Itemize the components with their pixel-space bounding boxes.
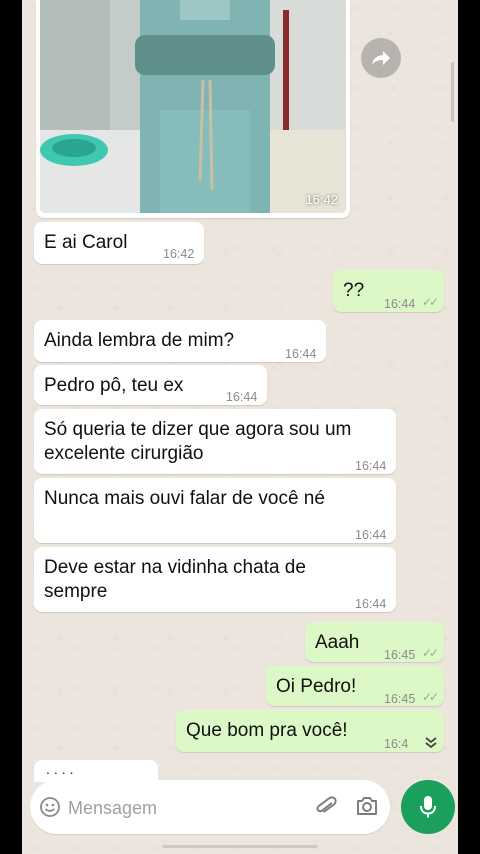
message-time: 16:44 [226,390,258,404]
message-text: Que bom pra você! [186,720,348,741]
scroll-to-bottom-button[interactable] [417,728,445,756]
message-time: 16:44 [285,347,317,361]
scrollbar[interactable] [451,62,454,122]
message-incoming[interactable]: Nunca mais ouvi falar de você né 16:44 [34,478,396,543]
emoji-icon [40,797,60,817]
message-text: Nunca mais ouvi falar de você né [44,488,325,509]
typing-bubble: .... [34,760,158,782]
message-input[interactable] [66,794,270,822]
message-time: 16:45 [384,648,416,662]
message-incoming[interactable]: Pedro pô, teu ex 16:44 [34,365,267,405]
chevron-down-icon [425,737,437,749]
message-outgoing[interactable]: Oi Pedro! 16:45 ✓✓ [266,666,444,706]
message-outgoing[interactable]: ?? 16:44 ✓✓ [333,270,444,312]
attach-button[interactable] [315,795,337,824]
message-text-line: Deve estar na vidinha chata de [44,557,306,578]
message-text-line: sempre [44,581,108,602]
double-check-icon: ✓✓ [422,690,439,704]
message-time: 16:44 [355,459,387,473]
message-composer [30,780,390,834]
message-text: Aaah [315,632,360,653]
message-text: Pedro pô, teu ex [44,375,184,396]
mic-icon [420,796,436,818]
paperclip-icon [316,796,337,813]
message-text: ?? [343,280,365,301]
voice-message-button[interactable] [401,780,455,834]
typing-indicator: .... [46,761,78,777]
message-text: Oi Pedro! [276,676,357,697]
emoji-button[interactable] [39,796,61,823]
camera-icon [357,797,377,815]
chat-screen: 16:42 E ai Carol 16:42 ?? 16:44 ✓✓ Ainda… [22,0,458,854]
message-incoming[interactable]: Só queria te dizer que agora sou um exce… [34,409,396,474]
photo-image[interactable]: 16:42 [40,0,346,213]
forward-button[interactable] [361,38,401,78]
home-indicator[interactable] [162,845,318,848]
message-text: Ainda lembra de mim? [44,330,235,351]
double-check-icon: ✓✓ [422,646,439,660]
message-time: 16:4 [384,737,409,751]
message-text-line: Só queria te dizer que agora sou um [44,419,352,440]
message-time: 16:44 [355,597,387,611]
message-outgoing[interactable]: Aaah 16:45 ✓✓ [305,622,444,662]
message-text-line: excelente cirurgião [44,443,204,464]
double-check-icon: ✓✓ [422,295,439,309]
message-incoming[interactable]: Deve estar na vidinha chata de sempre 16… [34,547,396,612]
message-text: E ai Carol [44,232,128,253]
message-time: 16:44 [355,528,387,542]
message-time: 16:42 [163,247,195,261]
message-outgoing[interactable]: Que bom pra você! 16:4 [176,710,444,752]
photo-timestamp: 16:42 [305,192,338,207]
message-time: 16:44 [384,297,416,311]
camera-button[interactable] [355,795,379,822]
photo-message[interactable]: 16:42 [36,0,350,218]
message-time: 16:45 [384,692,416,706]
forward-icon [372,51,390,65]
message-incoming[interactable]: E ai Carol 16:42 [34,222,204,264]
message-incoming[interactable]: Ainda lembra de mim? 16:44 [34,320,326,362]
